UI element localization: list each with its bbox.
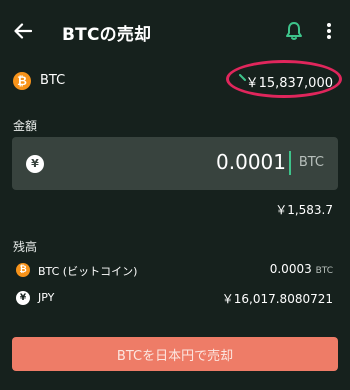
more-menu-button[interactable] [320, 18, 338, 44]
yen-icon: ¥ [26, 155, 44, 173]
amount-input[interactable]: ¥ 0.0001 BTC [12, 137, 338, 190]
notification-button[interactable] [282, 18, 306, 44]
bitcoin-icon: ₿ [13, 72, 31, 90]
amount-label: 金額 [13, 119, 38, 133]
text-caret [289, 151, 291, 175]
bitcoin-icon: ₿ [16, 263, 30, 277]
balance-btc-unit: BTC [315, 266, 333, 276]
balance-jpy-name: JPY [38, 291, 55, 304]
yen-icon: ¥ [16, 291, 30, 305]
page-title: BTCの売却 [62, 25, 152, 45]
sell-btc-button[interactable]: BTCを日本円で売却 [12, 337, 338, 371]
bell-icon [286, 22, 302, 40]
amount-value: 0.0001 [216, 150, 286, 174]
balance-btc-name: BTC (ビットコイン) [38, 265, 138, 278]
amount-unit: BTC [298, 155, 324, 170]
arrow-left-icon [14, 23, 32, 39]
converted-amount: ￥1,583.7 [275, 203, 333, 217]
balance-btc-value: 0.0003 [269, 262, 312, 276]
balance-jpy-value: ￥16,017.8080721 [221, 292, 333, 306]
back-button[interactable] [10, 18, 36, 44]
price-highlight-circle [226, 60, 342, 98]
balance-label: 残高 [13, 240, 38, 254]
more-vertical-icon [327, 23, 331, 39]
asset-name: BTC [40, 73, 66, 88]
balance-btc-value-row: 0.0003 BTC [270, 262, 333, 276]
